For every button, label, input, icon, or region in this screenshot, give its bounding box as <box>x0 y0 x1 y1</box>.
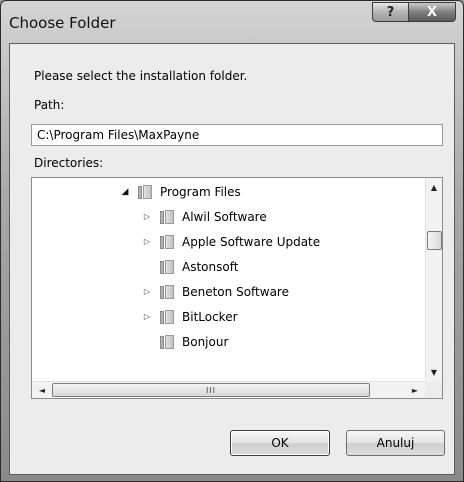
path-input[interactable] <box>31 124 443 146</box>
tree-item-label: Apple Software Update <box>182 234 321 249</box>
help-button[interactable]: ? <box>372 2 409 22</box>
close-button[interactable]: X <box>408 2 456 22</box>
collapsed-triangle-icon[interactable]: ▷ <box>140 312 154 321</box>
dialog-body: Please select the installation folder. P… <box>9 43 455 475</box>
close-icon: X <box>426 4 438 20</box>
tree-item-label: Bonjour <box>182 334 229 349</box>
scroll-left-arrow-icon[interactable]: ◄ <box>34 382 50 398</box>
choose-folder-window: Choose Folder ? X Please select the inst… <box>0 0 464 482</box>
tree-item-bitlocker[interactable]: ▷ BitLocker <box>140 304 238 329</box>
collapsed-triangle-icon[interactable]: ▷ <box>140 237 154 246</box>
collapsed-triangle-icon[interactable]: ▷ <box>140 212 154 221</box>
horizontal-scrollbar[interactable]: ◄ III ► <box>32 381 425 398</box>
scroll-down-arrow-icon[interactable]: ▼ <box>426 364 442 381</box>
collapsed-triangle-icon[interactable]: ▷ <box>140 287 154 296</box>
tree-item-beneton-software[interactable]: ▷ Beneton Software <box>140 279 289 304</box>
scroll-up-arrow-icon[interactable]: ▲ <box>426 179 442 196</box>
tree-item-label: Astonsoft <box>182 259 239 274</box>
folder-icon <box>160 309 174 324</box>
tree-item-label: Program Files <box>160 184 241 199</box>
folder-icon <box>160 234 174 249</box>
path-label: Path: <box>34 98 65 112</box>
tree-item-label: Beneton Software <box>182 284 289 299</box>
tree-item-bonjour[interactable]: Bonjour <box>140 329 228 354</box>
tree-item-program-files[interactable]: ◢ Program Files <box>118 179 241 204</box>
vertical-scrollbar[interactable]: ▲ ▼ <box>425 178 442 381</box>
vertical-scroll-thumb[interactable] <box>427 231 442 250</box>
scrollbar-corner <box>425 381 442 398</box>
title-bar[interactable]: Choose Folder ? X <box>1 1 463 43</box>
grip-icon: III <box>205 385 217 395</box>
cancel-button[interactable]: Anuluj <box>346 430 445 456</box>
folder-icon <box>160 284 174 299</box>
scroll-right-arrow-icon[interactable]: ► <box>407 382 423 398</box>
tree-item-astonsoft[interactable]: Astonsoft <box>140 254 238 279</box>
help-icon: ? <box>386 4 395 20</box>
tree-item-alwil-software[interactable]: ▷ Alwil Software <box>140 204 267 229</box>
tree-item-label: Alwil Software <box>182 209 267 224</box>
directories-label: Directories: <box>34 156 104 170</box>
folder-icon <box>160 209 174 224</box>
folder-icon <box>160 259 174 274</box>
tree-item-apple-software-update[interactable]: ▷ Apple Software Update <box>140 229 320 254</box>
tree-item-label: BitLocker <box>182 309 238 324</box>
folder-icon <box>138 184 152 199</box>
window-title: Choose Folder <box>9 14 116 32</box>
horizontal-scroll-thumb[interactable]: III <box>52 383 370 397</box>
expanded-triangle-icon[interactable]: ◢ <box>118 187 132 197</box>
prompt-text: Please select the installation folder. <box>34 69 248 83</box>
ok-button[interactable]: OK <box>230 430 330 456</box>
folder-icon <box>160 334 174 349</box>
directory-tree[interactable]: ◢ Program Files ▷ Alwil Software ▷ Apple… <box>31 177 443 399</box>
